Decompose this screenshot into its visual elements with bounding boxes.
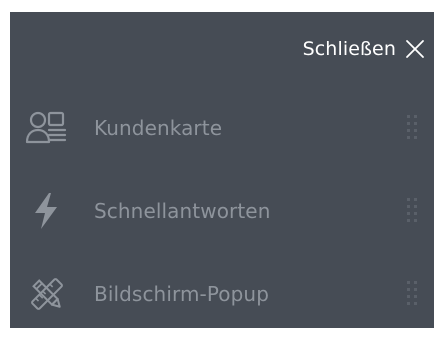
close-button[interactable]: Schließen — [303, 32, 426, 66]
close-icon — [406, 40, 424, 58]
menu-item-bildschirm-popup[interactable]: Bildschirm-Popup — [10, 252, 434, 335]
drag-handle-icon[interactable] — [405, 279, 419, 309]
menu-item-label: Schnellantworten — [94, 198, 271, 223]
menu-list: Kundenkarte Schnellantworten Bildschirm-… — [10, 86, 434, 335]
menu-item-label: Bildschirm-Popup — [94, 281, 269, 306]
lightning-bolt-icon — [24, 188, 70, 234]
panel-header: Schließen — [10, 12, 434, 86]
drag-handle-icon[interactable] — [405, 113, 419, 143]
menu-item-schnellantworten[interactable]: Schnellantworten — [10, 169, 434, 252]
side-menu-panel: Schließen Kundenkarte Schnellantworten B… — [10, 12, 434, 328]
menu-item-kundenkarte[interactable]: Kundenkarte — [10, 86, 434, 169]
close-label: Schließen — [302, 38, 396, 60]
customer-card-icon — [24, 105, 70, 151]
design-tools-icon — [24, 271, 70, 317]
menu-item-label: Kundenkarte — [94, 115, 223, 140]
drag-handle-icon[interactable] — [405, 196, 419, 226]
